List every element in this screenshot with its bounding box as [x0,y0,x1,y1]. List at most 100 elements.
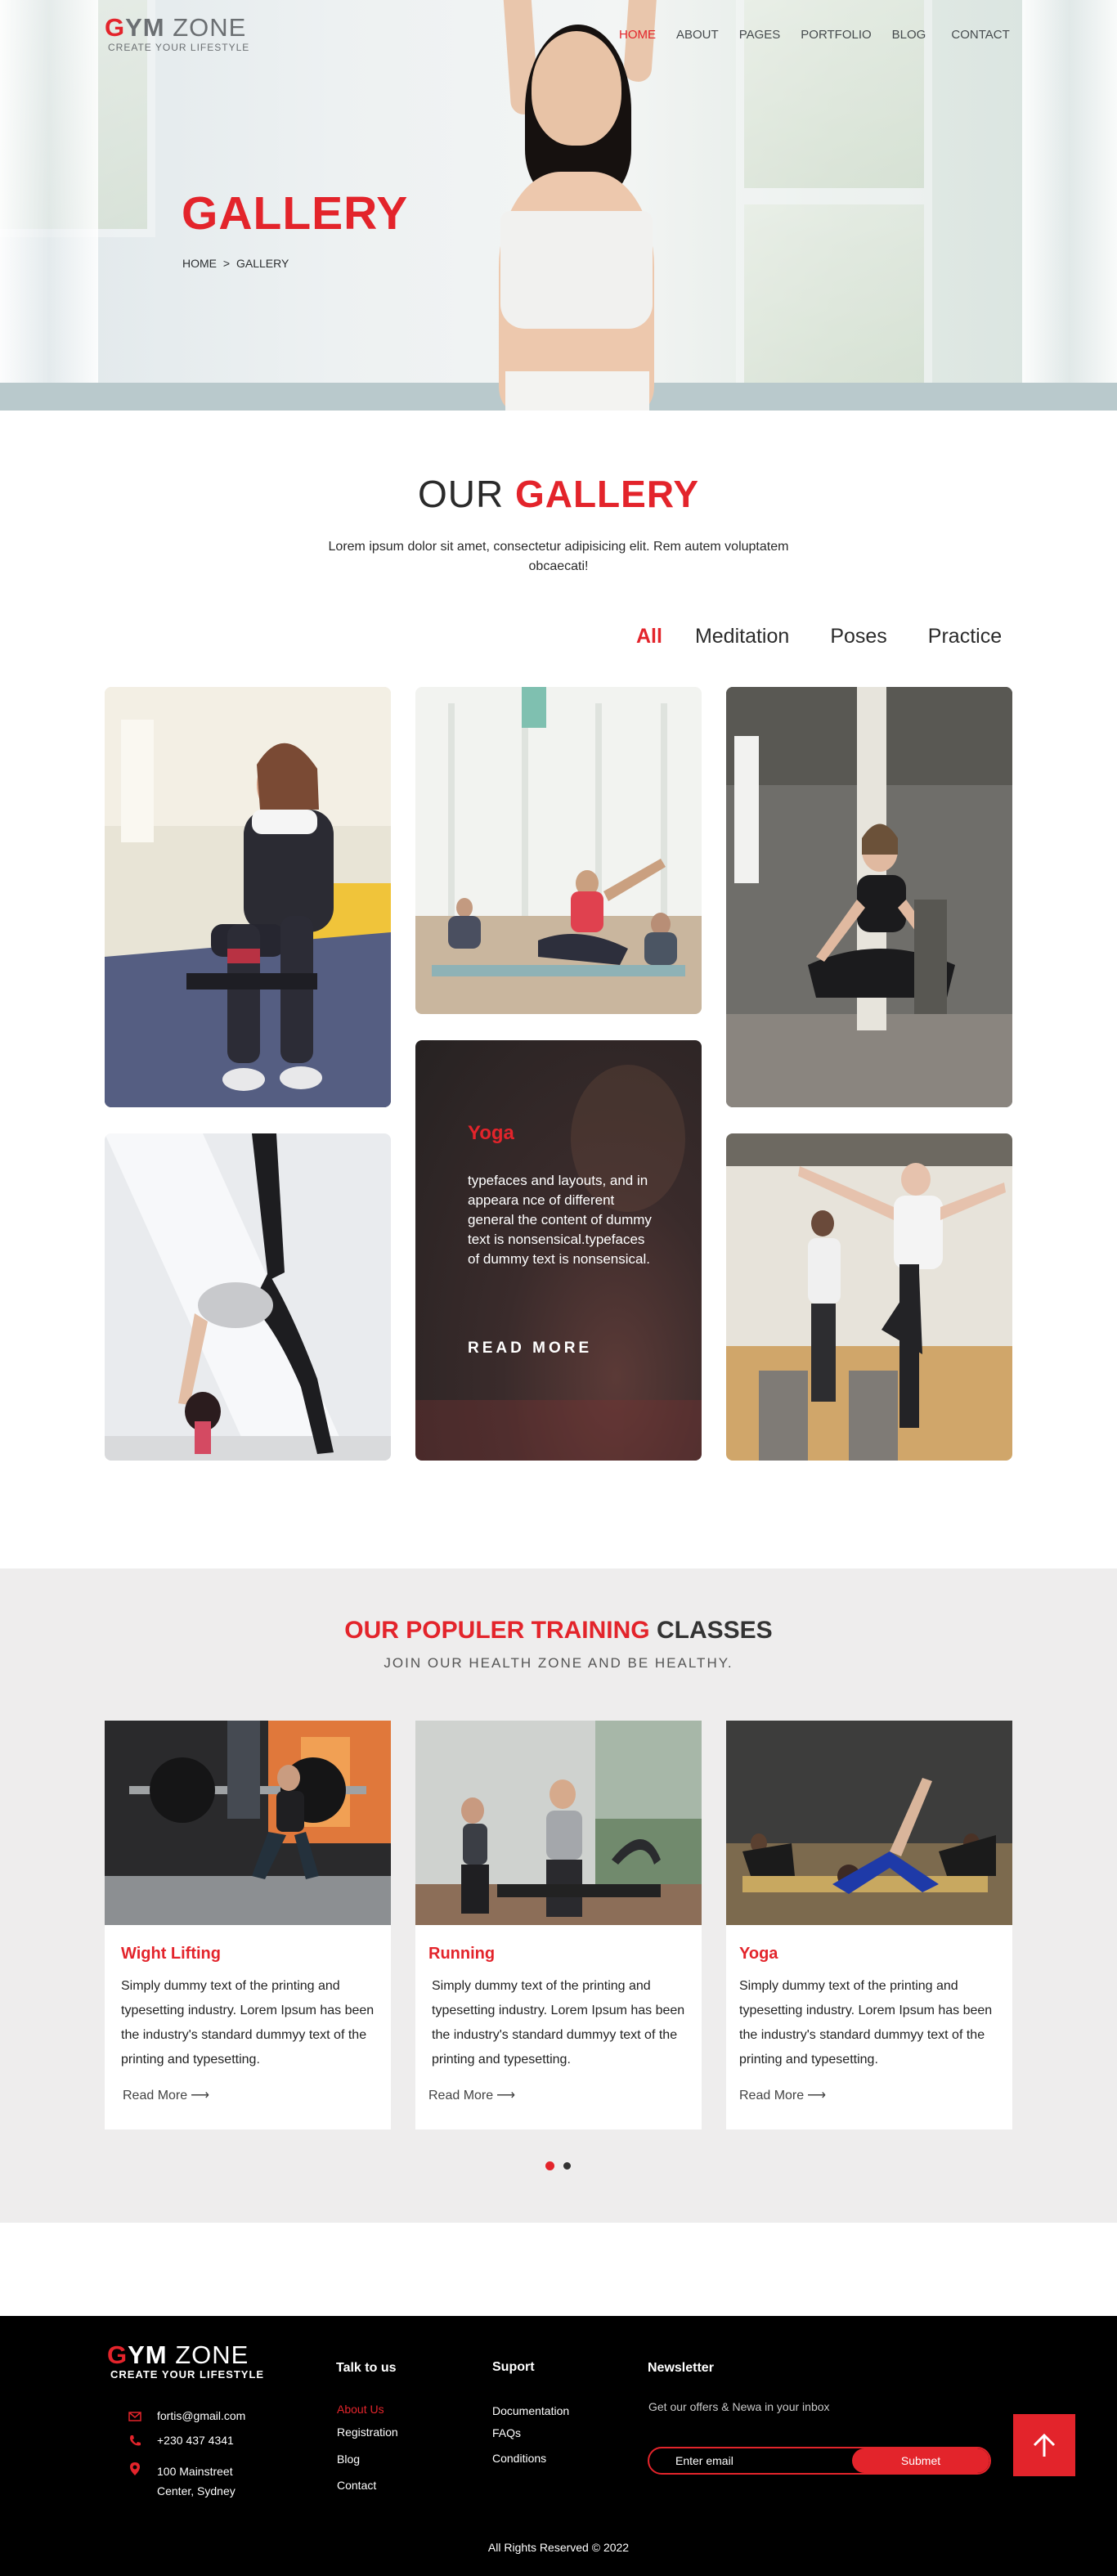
class-title: Yoga [739,1945,778,1963]
carousel-dot[interactable] [563,2162,571,2170]
footer-talk-title: Talk to us [336,2361,397,2375]
gallery-image-gym-woman[interactable] [105,687,391,1107]
class-title: Running [428,1945,496,1963]
class-read-more-link[interactable]: Read More ⟶ [739,2087,826,2103]
class-image-weight-lifting [105,1721,391,1925]
gallery-filters: All Meditation Poses Practice [636,625,1002,648]
class-card-yoga: Yoga Simply dummy text of the printing a… [726,1721,1012,2129]
nav-home[interactable]: HOME [619,28,656,42]
main-navigation: HOME ABOUT PAGES PORTFOLIO BLOG CONTACT [619,28,1010,42]
logo-letter-g: G [107,2340,128,2369]
page-title: GALLERY [182,187,409,240]
breadcrumb-home[interactable]: HOME [182,257,217,270]
hero-yoga-woman-image [482,0,679,411]
class-card-running: Running Simply dummy text of the printin… [415,1721,702,2129]
carousel-dot-active[interactable] [545,2161,554,2170]
carousel-pagination [545,2161,580,2170]
nav-portfolio[interactable]: PORTFOLIO [801,28,871,42]
footer-link-registration[interactable]: Registration [337,2426,398,2439]
footer-newsletter-title: Newsletter [648,2361,714,2375]
hero-banner: GYM ZONE CREATE YOUR LIFESTYLE HOME ABOU… [0,0,1117,411]
back-to-top-button[interactable] [1013,2414,1075,2476]
gallery-heading-bold: GALLERY [514,473,700,515]
contact-email[interactable]: fortis@gmail.com [128,2409,245,2424]
copyright-text: All Rights Reserved © 2022 [487,2541,630,2554]
contact-phone[interactable]: +230 437 4341 [128,2434,234,2448]
map-pin-icon [130,2462,140,2475]
footer-link-blog[interactable]: Blog [337,2453,360,2466]
footer-link-faqs[interactable]: FAQs [492,2426,521,2439]
footer-logo[interactable]: GYM ZONE CREATE YOUR LIFESTYLE [107,2342,264,2381]
class-card-weight-lifting: Wight Lifting Simply dummy text of the p… [105,1721,391,2129]
nav-pages[interactable]: PAGES [739,28,781,42]
footer-link-about-us[interactable]: About Us [337,2403,384,2416]
class-read-more-link[interactable]: Read More ⟶ [428,2087,515,2103]
contact-address: 100 Mainstreet Center, Sydney [128,2462,236,2501]
class-title: Wight Lifting [121,1945,221,1963]
logo-letter-g: G [105,13,126,42]
classes-subtitle: JOIN OUR HEALTH ZONE AND BE HEALTHY. [384,1655,733,1671]
nav-about[interactable]: ABOUT [676,28,719,42]
filter-all[interactable]: All [636,625,662,648]
read-more-label: Read More [123,2089,188,2103]
breadcrumb-separator: > [222,257,231,270]
class-image-running [415,1721,702,1925]
gallery-heading: OUR GALLERY [0,472,1117,516]
logo-tagline: CREATE YOUR LIFESTYLE [108,42,250,53]
footer-support-title: Suport [492,2360,535,2374]
envelope-icon [128,2412,141,2421]
breadcrumb-current: GALLERY [236,257,289,270]
phone-icon [130,2435,141,2446]
footer-link-conditions[interactable]: Conditions [492,2452,546,2465]
read-more-label: Read More [428,2089,494,2103]
logo-word-zone: ZONE [167,2340,249,2369]
newsletter-form: Submet [648,2447,991,2475]
gallery-image-stretch-class[interactable] [415,687,702,1014]
class-description: Simply dummy text of the printing and ty… [121,1979,375,2067]
gallery-image-group-class[interactable] [726,1133,1012,1461]
contact-address-line-2: Center, Sydney [157,2484,236,2497]
filter-meditation[interactable]: Meditation [695,625,789,648]
class-description: Simply dummy text of the printing and ty… [432,1979,685,2067]
overlay-body: typefaces and layouts, and in appeara nc… [468,1173,652,1267]
curtain-decoration [1022,0,1117,411]
logo-letters-ym: YM [125,13,165,42]
newsletter-submit-button[interactable]: Submet [852,2448,989,2473]
arrow-up-icon [1033,2433,1056,2457]
arrow-right-icon: ⟶ [807,2089,827,2103]
window-decoration [736,196,932,393]
overlay-title: Yoga [468,1122,514,1144]
newsletter-text: Get our offers & Newa in your inbox [648,2400,830,2413]
gallery-image-backbend[interactable] [105,1133,391,1461]
nav-contact[interactable]: CONTACT [951,28,1009,42]
newsletter-email-input[interactable] [649,2448,852,2473]
site-logo[interactable]: GYM ZONE CREATE YOUR LIFESTYLE [105,15,249,54]
contact-phone-text: +230 437 4341 [157,2434,234,2447]
classes-heading-light: CLASSES [649,1617,773,1644]
arrow-right-icon: ⟶ [191,2089,210,2103]
classes-heading: OUR POPULER TRAINING CLASSES [0,1617,1117,1645]
overlay-read-more-link[interactable]: READ MORE [468,1340,592,1358]
class-description: Simply dummy text of the printing and ty… [739,1979,993,2067]
filter-poses[interactable]: Poses [830,625,886,648]
breadcrumb: HOME > GALLERY [182,257,292,270]
gallery-image-aerial-yoga[interactable] [726,687,1012,1107]
logo-tagline: CREATE YOUR LIFESTYLE [110,2368,265,2381]
logo-letters-ym: YM [128,2340,168,2369]
logo-word-zone: ZONE [164,13,247,42]
arrow-right-icon: ⟶ [496,2089,516,2103]
nav-blog[interactable]: BLOG [892,28,926,42]
footer-link-contact[interactable]: Contact [337,2479,376,2492]
gallery-heading-light: OUR [417,473,515,515]
gallery-subtitle: Lorem ipsum dolor sit amet, consectetur … [328,540,789,573]
classes-heading-red: OUR POPULER TRAINING [344,1617,650,1644]
curtain-decoration [0,0,98,411]
class-read-more-link[interactable]: Read More ⟶ [123,2087,209,2103]
read-more-label: Read More [739,2089,805,2103]
contact-address-line-1: 100 Mainstreet [157,2465,233,2478]
footer-link-documentation[interactable]: Documentation [492,2404,569,2417]
class-image-yoga [726,1721,1012,1925]
filter-practice[interactable]: Practice [928,625,1002,648]
contact-email-text: fortis@gmail.com [157,2409,246,2422]
gallery-hover-card[interactable]: Yoga typefaces and layouts, and in appea… [415,1040,702,1461]
